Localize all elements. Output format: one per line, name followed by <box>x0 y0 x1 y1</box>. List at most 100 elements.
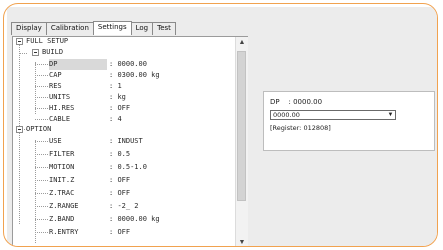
tree-item-res[interactable]: RES <box>49 81 62 92</box>
tree-connector <box>35 97 48 98</box>
tree-item-value: : 0000.00 <box>109 60 147 68</box>
tree-item-filter[interactable]: FILTER <box>49 149 74 160</box>
tree-item-motion[interactable]: MOTION <box>49 162 74 173</box>
tree-item-value: : OFF <box>109 228 131 236</box>
tree-item-key: CABLE <box>49 115 71 123</box>
tree-connector <box>35 141 48 142</box>
tree-item-dp[interactable]: DP <box>49 59 107 70</box>
screenshot-frame: Display Calibration Settings Log Test FU… <box>3 3 438 247</box>
tree-connector <box>35 154 48 155</box>
tree-connector <box>35 119 48 120</box>
tree-scrollbar[interactable]: ▲ ▼ <box>235 37 248 246</box>
tree-item-value: : 1 <box>109 82 122 90</box>
tree-item-key: USE <box>49 137 62 145</box>
tree-item-key: Z.TRAC <box>49 189 75 197</box>
register-label: [Register: 012808] <box>270 124 331 132</box>
tree-item-value: : 0.5 <box>109 150 131 158</box>
property-value-dropdown[interactable]: 0000.00 ▼ <box>270 110 396 120</box>
tree-item-value-text: OFF <box>117 104 131 112</box>
tree-item-value-text: kg <box>117 93 126 101</box>
tree-item-value: : OFF <box>109 176 131 184</box>
scroll-thumb[interactable] <box>237 51 246 201</box>
tree-item-value: : 0.5-1.0 <box>109 163 147 171</box>
tree-connector <box>35 64 48 65</box>
tree-item-value-text: OFF <box>117 189 131 197</box>
tree-item-value-text: 4 <box>117 115 122 123</box>
tab-log[interactable]: Log <box>130 22 154 35</box>
tree-connector <box>35 167 48 168</box>
tree-item-key: INIT.Z <box>49 176 75 184</box>
tree-item-value-text: 0.5-1.0 <box>117 163 147 171</box>
property-selected-value: 0000.00 <box>273 111 300 119</box>
tree-item-value-text: INDUST <box>117 137 143 145</box>
tree-item-cap[interactable]: CAP <box>49 70 62 81</box>
tree-item-hi-res[interactable]: HI.RES <box>49 103 74 114</box>
tree-item-z-band[interactable]: Z.BAND <box>49 214 74 225</box>
tree-connector <box>35 180 48 181</box>
tree-connector <box>35 219 48 220</box>
tree-connector <box>35 108 48 109</box>
tree-item-init-z[interactable]: INIT.Z <box>49 175 74 186</box>
tree-item-value: : 4 <box>109 115 122 123</box>
property-panel: DP : 0000.00 0000.00 ▼ [Register: 012808… <box>263 91 435 151</box>
tree-item-value: : -2_ 2 <box>109 202 139 210</box>
tree-item-value-text: 0000.00 <box>117 60 147 68</box>
tree-connector <box>35 75 48 76</box>
collapse-icon[interactable] <box>16 126 23 133</box>
tree-connector <box>35 86 48 87</box>
tree-item-value-text: OFF <box>117 228 131 236</box>
tree-item-value: : 0000.00 kg <box>109 215 160 223</box>
tab-display[interactable]: Display <box>11 22 47 35</box>
tree-item-value: : OFF <box>109 104 131 112</box>
chevron-down-icon[interactable]: ▼ <box>386 111 395 119</box>
tree-item-value: : 0300.00 kg <box>109 71 160 79</box>
tree-item-z-range[interactable]: Z.RANGE <box>49 201 79 212</box>
tree-item-key: DP <box>49 60 58 68</box>
tree-item-key: R.ENTRY <box>49 228 79 236</box>
scroll-up-icon[interactable]: ▲ <box>236 37 248 49</box>
tree-item-key: CAP <box>49 71 62 79</box>
tree-connector <box>19 53 27 54</box>
tab-bar: Display Calibration Settings Log Test <box>11 21 176 35</box>
tree-connector <box>35 62 36 114</box>
tree-item-use[interactable]: USE <box>49 136 62 147</box>
collapse-icon[interactable] <box>16 38 23 45</box>
settings-tree: FULL SETUP BUILD DP : 0000.00 CAP : 0300… <box>13 37 235 246</box>
tree-item-cable[interactable]: CABLE <box>49 114 70 125</box>
tree-item-r-entry[interactable]: R.ENTRY <box>49 227 79 238</box>
tree-group-build[interactable]: BUILD <box>42 47 63 58</box>
tree-item-key: RES <box>49 82 62 90</box>
tab-test[interactable]: Test <box>152 22 176 35</box>
tree-item-value-text: 1 <box>117 82 122 90</box>
tree-item-key: HI.RES <box>49 104 75 112</box>
tree-item-units[interactable]: UNITS <box>49 92 70 103</box>
tree-root-label[interactable]: FULL SETUP <box>26 37 68 47</box>
settings-tree-panel: FULL SETUP BUILD DP : 0000.00 CAP : 0300… <box>12 36 248 246</box>
tree-item-value: : kg <box>109 93 126 101</box>
tree-item-value-text: -2_ 2 <box>117 202 139 210</box>
settings-window: Display Calibration Settings Log Test FU… <box>7 7 437 246</box>
tree-connector <box>35 232 48 233</box>
tab-settings[interactable]: Settings <box>92 21 132 35</box>
tree-connector <box>35 193 48 194</box>
collapse-icon[interactable] <box>32 49 39 56</box>
tree-item-key: FILTER <box>49 150 75 158</box>
tree-group-option[interactable]: OPTION <box>26 124 51 135</box>
tree-item-value-text: 0300.00 kg <box>117 71 160 79</box>
tab-calibration[interactable]: Calibration <box>45 22 94 35</box>
tree-item-value-text: OFF <box>117 176 131 184</box>
tree-connector <box>35 140 36 243</box>
scroll-down-icon[interactable]: ▼ <box>236 237 248 246</box>
tree-item-key: UNITS <box>49 93 71 101</box>
tree-item-value-text: 0000.00 kg <box>117 215 160 223</box>
tree-item-value: : INDUST <box>109 137 143 145</box>
tree-connector <box>35 206 48 207</box>
tree-item-key: MOTION <box>49 163 75 171</box>
tree-item-key: Z.BAND <box>49 215 75 223</box>
tree-item-z-trac[interactable]: Z.TRAC <box>49 188 74 199</box>
property-title: DP : 0000.00 <box>270 98 323 106</box>
tree-item-value-text: 0.5 <box>117 150 131 158</box>
tree-connector <box>19 45 20 224</box>
tree-item-key: Z.RANGE <box>49 202 79 210</box>
tree-item-value: : OFF <box>109 189 131 197</box>
